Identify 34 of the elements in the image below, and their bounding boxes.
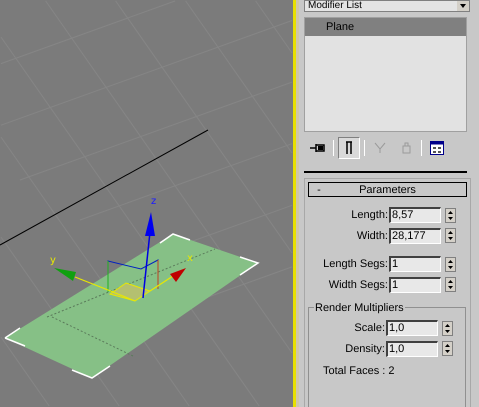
input-field[interactable]: 1 — [389, 256, 441, 272]
spinner-button[interactable] — [445, 228, 456, 244]
fork-icon — [374, 142, 386, 154]
input-field[interactable]: 1 — [389, 276, 441, 293]
input-field[interactable]: 8,57 — [389, 207, 441, 224]
spinner-button[interactable] — [442, 320, 453, 336]
modifier-dropdown[interactable]: Modifier List — [304, 0, 470, 12]
grid-window-icon — [430, 141, 444, 156]
axis-label: x — [187, 253, 193, 264]
toolbar-button[interactable] — [338, 137, 360, 160]
field-label: Length: — [350, 208, 389, 223]
field-label: Length Segs: — [322, 257, 389, 272]
total-faces-text: Total Faces : 2 — [322, 364, 396, 379]
axis-label: y — [50, 255, 56, 266]
group-title: Render Multipliers — [314, 300, 405, 316]
spinner-button[interactable] — [442, 341, 453, 356]
gizmo-box-drawing — [108, 259, 158, 292]
field-label: Width: — [356, 228, 389, 244]
field-label: Density: — [344, 342, 386, 356]
trash-icon — [402, 142, 410, 154]
input-field[interactable]: 1,0 — [386, 340, 438, 357]
spinner-button[interactable] — [445, 277, 456, 292]
input-field[interactable]: 28,177 — [389, 228, 441, 244]
spinner-button[interactable] — [445, 256, 456, 272]
stack-item[interactable]: Plane — [305, 18, 466, 36]
rollout-header[interactable]: - Parameters — [308, 182, 467, 197]
axis-label: z — [151, 196, 156, 207]
pin-icon — [310, 143, 326, 154]
spinner-button[interactable] — [445, 208, 456, 223]
end-result-icon — [345, 141, 353, 156]
input-field[interactable]: 1,0 — [386, 320, 438, 336]
field-label: Scale: — [353, 321, 386, 336]
x-axis-arrow — [150, 268, 186, 292]
field-label: Width Segs: — [328, 278, 389, 292]
